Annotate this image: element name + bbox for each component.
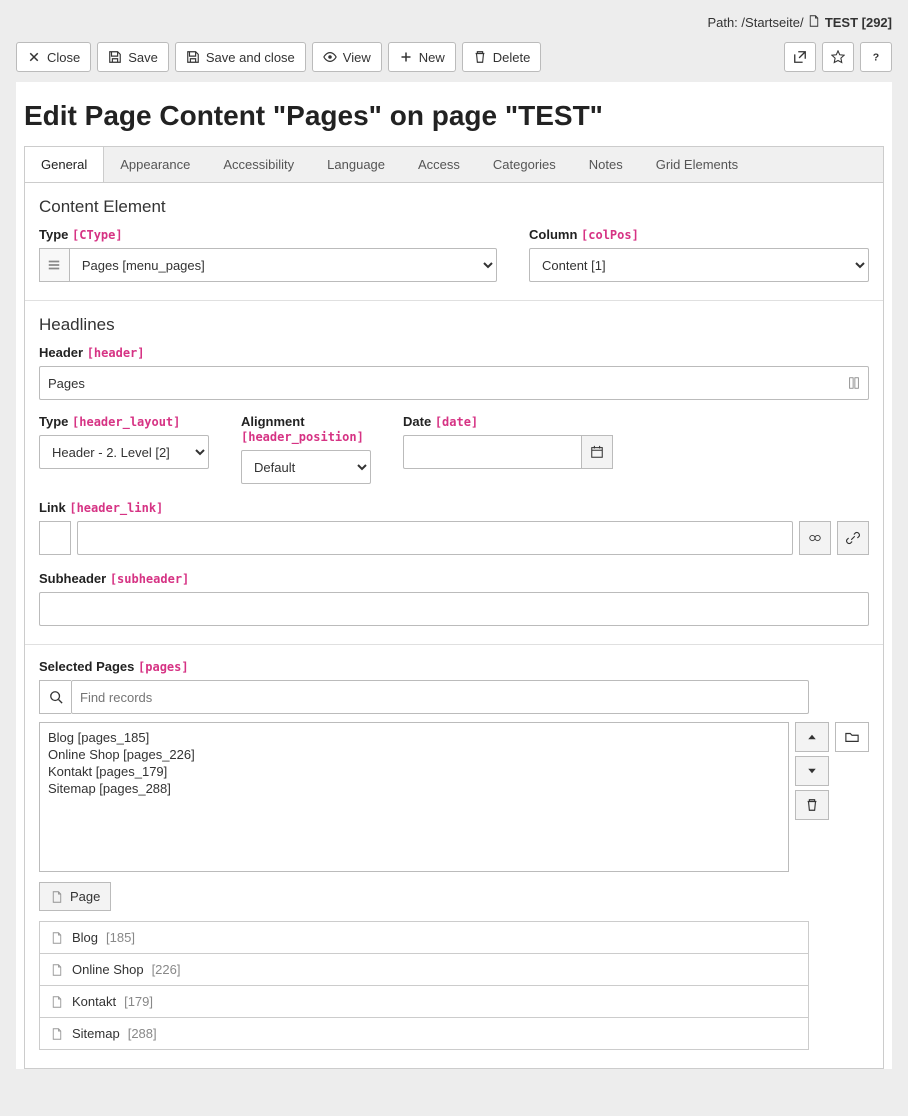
page-icon [50, 890, 64, 904]
record-item[interactable]: Blog [185] [39, 921, 809, 954]
record-item[interactable]: Kontakt [179] [39, 986, 809, 1018]
link-icon [846, 531, 860, 545]
star-icon [831, 50, 845, 64]
save-and-close-button[interactable]: Save and close [175, 42, 306, 72]
view-button[interactable]: View [312, 42, 382, 72]
selected-pages-listbox[interactable]: Blog [pages_185] Online Shop [pages_226]… [39, 722, 789, 872]
delete-button[interactable]: Delete [462, 42, 542, 72]
close-button[interactable]: Close [16, 42, 91, 72]
ctype-icon [39, 248, 69, 282]
tab-access[interactable]: Access [402, 147, 477, 182]
help-button[interactable] [860, 42, 892, 72]
header-label: Header [header] [39, 345, 869, 360]
tab-appearance[interactable]: Appearance [104, 147, 207, 182]
save-close-icon [186, 50, 200, 64]
header-layout-select[interactable]: Header - 2. Level [2] [39, 435, 209, 469]
list-item[interactable]: Online Shop [pages_226] [48, 746, 780, 763]
move-up-button[interactable] [795, 722, 829, 752]
browse-pages-button[interactable] [835, 722, 869, 752]
link-wizard-button[interactable] [799, 521, 831, 555]
header-link-input[interactable] [77, 521, 793, 555]
bookmark-button[interactable] [822, 42, 854, 72]
page-icon [50, 1027, 64, 1041]
date-picker-button[interactable] [581, 435, 613, 469]
tab-notes[interactable]: Notes [573, 147, 640, 182]
save-icon [108, 50, 122, 64]
alignment-label: Alignment [header_position] [241, 414, 371, 444]
search-icon [49, 690, 63, 704]
tab-language[interactable]: Language [311, 147, 402, 182]
wizard-icon [808, 531, 822, 545]
record-item[interactable]: Online Shop [226] [39, 954, 809, 986]
page-icon [50, 995, 64, 1009]
date-input[interactable] [403, 435, 582, 469]
record-item[interactable]: Sitemap [288] [39, 1018, 809, 1050]
triangle-down-icon [805, 764, 819, 778]
path-segments: /Startseite/ [741, 15, 803, 30]
find-records-input[interactable] [71, 680, 809, 714]
trash-icon [473, 50, 487, 64]
external-link-icon [793, 50, 807, 64]
eye-icon [323, 50, 337, 64]
header-type-label: Type [header_layout] [39, 414, 209, 429]
page-title: Edit Page Content "Pages" on page "TEST" [16, 82, 892, 146]
section-headlines-title: Headlines [39, 315, 869, 335]
section-content-element-title: Content Element [39, 197, 869, 217]
record-list: Blog [185] Online Shop [226] Kontakt [17… [39, 921, 809, 1050]
folder-icon [845, 730, 859, 744]
move-down-button[interactable] [795, 756, 829, 786]
toggle-icon[interactable] [847, 376, 861, 390]
breadcrumb: Path: /Startseite/ TEST [292] [16, 8, 892, 36]
search-button[interactable] [39, 680, 71, 714]
tab-general[interactable]: General [25, 147, 104, 182]
colpos-select[interactable]: Content [1] [529, 248, 869, 282]
header-input[interactable] [39, 366, 869, 400]
column-label: Column [colPos] [529, 227, 869, 242]
page-icon [50, 931, 64, 945]
type-label: Type [CType] [39, 227, 497, 242]
list-item[interactable]: Blog [pages_185] [48, 729, 780, 746]
subheader-input[interactable] [39, 592, 869, 626]
tabs: General Appearance Accessibility Languag… [24, 146, 884, 182]
list-item[interactable]: Kontakt [pages_179] [48, 763, 780, 780]
close-icon [27, 50, 41, 64]
triangle-up-icon [805, 730, 819, 744]
new-button[interactable]: New [388, 42, 456, 72]
header-position-select[interactable]: Default [241, 450, 371, 484]
link-browser-button[interactable] [837, 521, 869, 555]
tab-categories[interactable]: Categories [477, 147, 573, 182]
plus-icon [399, 50, 413, 64]
link-prefix-icon-slot [39, 521, 71, 555]
date-label: Date [date] [403, 414, 613, 429]
remove-item-button[interactable] [795, 790, 829, 820]
subheader-label: Subheader [subheader] [39, 571, 869, 586]
open-external-button[interactable] [784, 42, 816, 72]
help-icon [869, 50, 883, 64]
save-button[interactable]: Save [97, 42, 169, 72]
tab-grid-elements[interactable]: Grid Elements [640, 147, 755, 182]
path-page: TEST [292] [825, 15, 892, 30]
calendar-icon [590, 445, 604, 459]
selected-pages-label: Selected Pages [pages] [39, 659, 869, 674]
trash-icon [805, 798, 819, 812]
page-icon [50, 963, 64, 977]
page-type-button[interactable]: Page [39, 882, 111, 911]
tab-accessibility[interactable]: Accessibility [207, 147, 311, 182]
page-icon [807, 14, 821, 28]
list-item[interactable]: Sitemap [pages_288] [48, 780, 780, 797]
path-label: Path: [707, 15, 737, 30]
link-label: Link [header_link] [39, 500, 869, 515]
ctype-select[interactable]: Pages [menu_pages] [69, 248, 497, 282]
